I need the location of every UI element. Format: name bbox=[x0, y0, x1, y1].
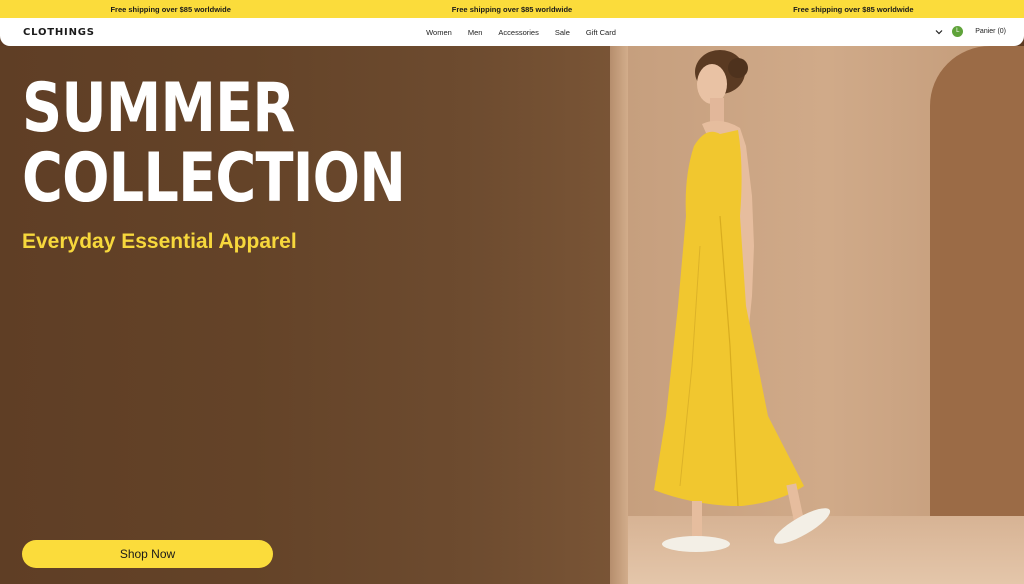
nav-item-sale[interactable]: Sale bbox=[555, 28, 570, 37]
hero-title: SUMMER COLLECTION bbox=[22, 69, 406, 218]
hero-banner: SUMMER COLLECTION Everyday Essential App… bbox=[0, 46, 1024, 584]
nav-item-men[interactable]: Men bbox=[468, 28, 483, 37]
announcement-text: Free shipping over $85 worldwide bbox=[451, 4, 573, 14]
avatar[interactable]: L bbox=[952, 26, 964, 37]
hero-subtitle: Everyday Essential Apparel bbox=[22, 230, 297, 253]
hero-pillar bbox=[610, 46, 628, 584]
model-photo bbox=[654, 50, 831, 552]
shop-now-button[interactable]: Shop Now bbox=[22, 540, 273, 568]
site-header: CLOTHINGS Women Men Accessories Sale Gif… bbox=[0, 18, 1024, 46]
announcement-text: Free shipping over $85 worldwide bbox=[793, 4, 914, 14]
nav-item-accessories[interactable]: Accessories bbox=[498, 28, 538, 37]
nav-item-women[interactable]: Women bbox=[426, 28, 452, 37]
announcement-text: Free shipping over $85 worldwide bbox=[110, 4, 231, 14]
announcement-bar: Free shipping over $85 worldwide Free sh… bbox=[0, 0, 1024, 18]
nav-item-gift-card[interactable]: Gift Card bbox=[586, 28, 616, 37]
chevron-down-icon[interactable] bbox=[934, 27, 944, 37]
hero-title-line: COLLECTION bbox=[22, 139, 406, 218]
hero-arch bbox=[930, 46, 1024, 526]
hero-title-line: SUMMER bbox=[22, 69, 295, 148]
cart-link[interactable]: Panier (0) bbox=[975, 28, 1006, 35]
header-actions: L Panier (0) bbox=[934, 26, 1006, 37]
main-nav: Women Men Accessories Sale Gift Card bbox=[0, 28, 1024, 37]
